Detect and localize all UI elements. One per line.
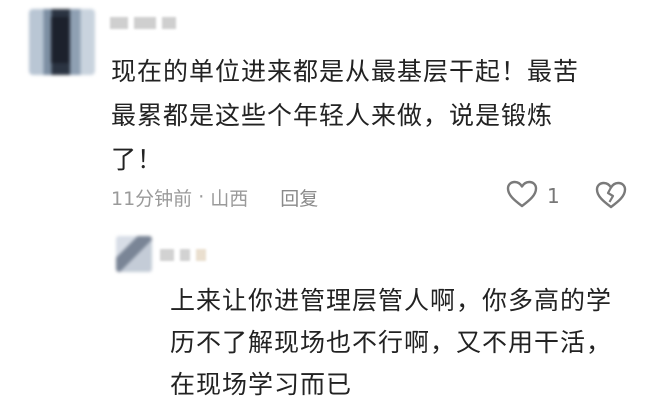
reply-username-blurred[interactable] <box>160 244 206 266</box>
like-button[interactable]: 1 <box>505 180 560 212</box>
like-count: 1 <box>547 184 560 208</box>
reply-line: 在现场学习而已 <box>170 370 353 399</box>
reply-line: 上来让你进管理层管人啊，你多高的学 <box>170 286 613 315</box>
heart-outline-icon <box>505 179 539 213</box>
avatar[interactable] <box>29 9 95 75</box>
reply-avatar[interactable] <box>116 236 152 272</box>
comment-line: 最累都是这些个年轻人来做，说是锻炼 <box>111 101 554 130</box>
comment-line: 了！ <box>111 145 164 174</box>
comment-time: 11分钟前 <box>111 187 193 210</box>
comment-meta: 11分钟前 · 山西 回复 <box>111 183 318 211</box>
comment-location: 山西 <box>210 187 249 210</box>
comment-text: 现在的单位进来都是从最基层干起！最苦 最累都是这些个年轻人来做，说是锻炼 了！ <box>111 50 631 182</box>
username-blurred[interactable] <box>110 13 190 33</box>
comment-line: 现在的单位进来都是从最基层干起！最苦 <box>111 57 580 86</box>
meta-separator: · <box>198 186 205 208</box>
reply-button[interactable]: 回复 <box>280 184 318 211</box>
broken-heart-icon[interactable] <box>594 180 628 214</box>
reply-line: 历不了解现场也不行啊，又不用干活， <box>170 328 613 357</box>
reply-text: 上来让你进管理层管人啊，你多高的学 历不了解现场也不行啊，又不用干活， 在现场学… <box>170 280 640 403</box>
